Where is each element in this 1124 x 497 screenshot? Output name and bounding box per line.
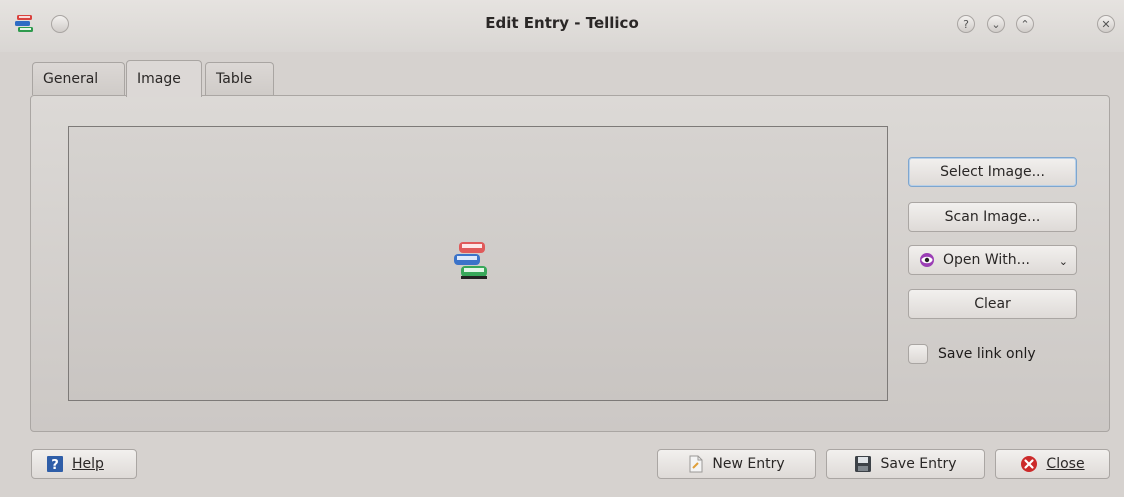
image-tab-panel: Select Image... Scan Image... Open With.… <box>30 95 1110 432</box>
tab-general-label: General <box>43 71 99 87</box>
eye-icon <box>920 253 934 267</box>
open-with-button[interactable]: Open With... ⌄ <box>908 245 1077 275</box>
save-link-only-row[interactable]: Save link only <box>908 344 1036 364</box>
minimize-button[interactable]: ⌄ <box>987 15 1005 33</box>
new-document-icon <box>689 455 703 473</box>
open-with-label: Open With... <box>943 252 1030 268</box>
close-window-button[interactable]: ✕ <box>1097 15 1115 33</box>
save-entry-button[interactable]: Save Entry <box>826 449 985 479</box>
close-button[interactable]: Close <box>995 449 1110 479</box>
close-circle-icon <box>1021 456 1038 472</box>
tab-general[interactable]: General <box>32 62 125 95</box>
clear-label: Clear <box>974 296 1011 312</box>
clear-button[interactable]: Clear <box>908 289 1077 319</box>
tab-table[interactable]: Table <box>205 62 274 95</box>
new-entry-label: New Entry <box>712 456 785 472</box>
help-book-icon: ? <box>47 456 63 473</box>
help-title-button[interactable]: ? <box>957 15 975 33</box>
scan-image-button[interactable]: Scan Image... <box>908 202 1077 232</box>
close-label: Close <box>1046 456 1085 472</box>
window-title: Edit Entry - Tellico <box>485 14 639 32</box>
svg-text:?: ? <box>51 458 59 473</box>
maximize-button[interactable]: ⌃ <box>1016 15 1034 33</box>
save-entry-label: Save Entry <box>880 456 957 472</box>
select-image-button[interactable]: Select Image... <box>908 157 1077 187</box>
tab-image-label: Image <box>137 71 181 87</box>
chevron-down-icon[interactable]: ⌄ <box>1059 255 1068 268</box>
floppy-disk-icon <box>855 456 872 472</box>
image-preview-area[interactable] <box>68 126 888 401</box>
help-button[interactable]: ? Help <box>31 449 137 479</box>
title-bar[interactable]: Edit Entry - Tellico ? ⌄ ⌃ ✕ <box>0 0 1124 52</box>
save-link-only-checkbox[interactable] <box>908 344 928 364</box>
new-entry-button[interactable]: New Entry <box>657 449 816 479</box>
tab-table-label: Table <box>216 71 253 87</box>
help-label: Help <box>72 456 104 472</box>
books-icon <box>454 242 487 279</box>
tab-image[interactable]: Image <box>126 60 202 97</box>
select-image-label: Select Image... <box>940 164 1045 180</box>
save-link-only-label: Save link only <box>938 346 1036 362</box>
scan-image-label: Scan Image... <box>944 209 1041 225</box>
